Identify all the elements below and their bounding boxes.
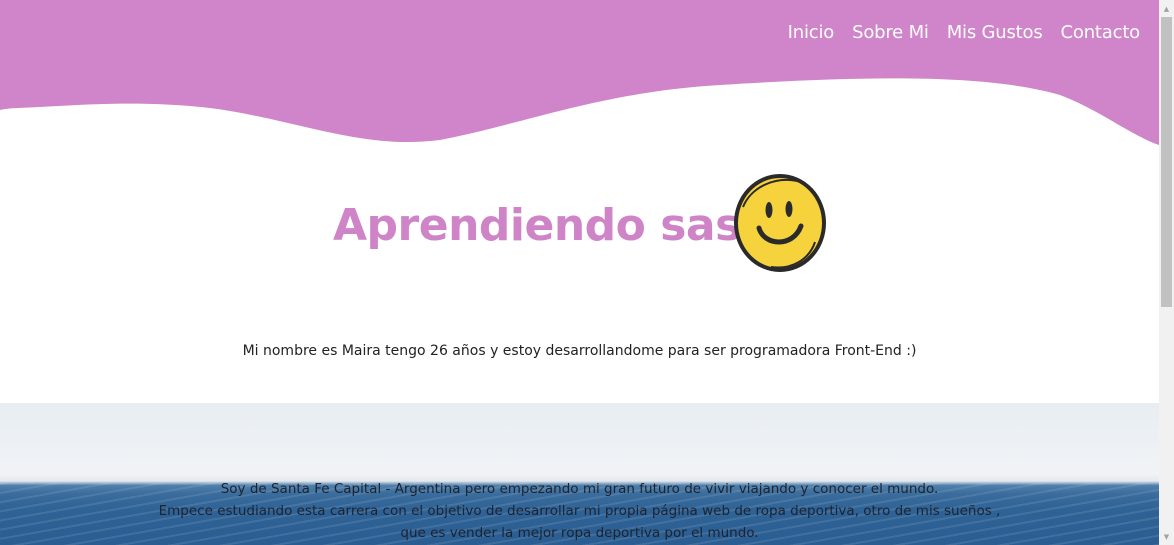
nav-link-contacto[interactable]: Contacto (1061, 22, 1141, 43)
page-content: Inicio Sobre Mi Mis Gustos Contacto Apre… (0, 0, 1159, 545)
about-text: Soy de Santa Fe Capital - Argentina pero… (0, 478, 1159, 544)
hero-title: Aprendiendo sass (333, 200, 767, 251)
nav-link-inicio[interactable]: Inicio (788, 22, 835, 43)
about-line: Empece estudiando esta carrera con el ob… (158, 503, 1001, 519)
page: Inicio Sobre Mi Mis Gustos Contacto Apre… (0, 0, 1174, 545)
scrollbar-thumb[interactable] (1161, 17, 1172, 307)
nav-link-sobre-mi[interactable]: Sobre Mi (852, 22, 929, 43)
sea-background-section: Soy de Santa Fe Capital - Argentina pero… (0, 403, 1159, 545)
about-line: Soy de Santa Fe Capital - Argentina pero… (220, 481, 939, 497)
intro-text: Mi nombre es Maira tengo 26 años y estoy… (242, 343, 917, 359)
nav-link-mis-gustos[interactable]: Mis Gustos (947, 22, 1043, 43)
scroll-down-arrow-icon[interactable]: ▼ (1159, 528, 1174, 545)
main-nav: Inicio Sobre Mi Mis Gustos Contacto (770, 22, 1141, 43)
about-line: que es vender la mejor ropa deportiva po… (400, 525, 759, 541)
scroll-up-arrow-icon[interactable]: ▲ (1159, 0, 1174, 17)
vertical-scrollbar[interactable]: ▲ ▼ (1159, 0, 1174, 545)
smiley-face-icon (734, 174, 826, 272)
